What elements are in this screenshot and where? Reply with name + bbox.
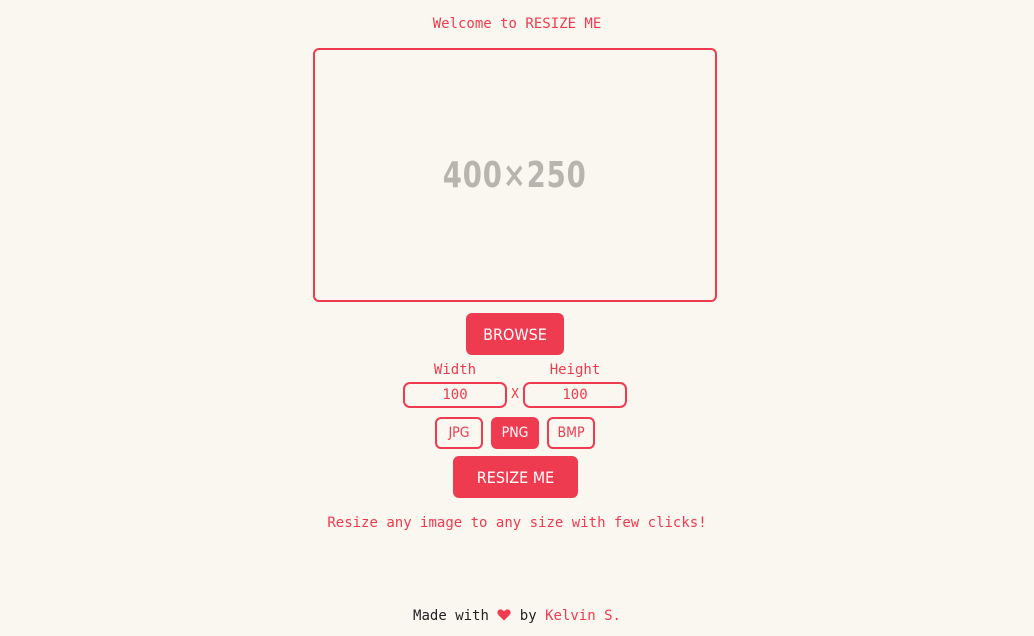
dimension-separator: X (511, 387, 519, 402)
width-label: Width (433, 362, 477, 378)
width-input[interactable] (403, 382, 507, 408)
footer-made-with: Made with (413, 608, 489, 624)
preview-placeholder-text: 400×250 (443, 154, 587, 196)
app-page: Welcome to RESIZE ME 400×250 BROWSE Widt… (0, 0, 1034, 636)
footer: Made with by Kelvin S. (0, 606, 1034, 626)
footer-by: by (519, 608, 537, 624)
format-png-button[interactable]: PNG (491, 417, 539, 449)
resize-button[interactable]: RESIZE ME (453, 456, 578, 498)
height-label: Height (549, 362, 601, 378)
browse-button[interactable]: BROWSE (466, 313, 564, 355)
author-link[interactable]: Kelvin S. (545, 608, 621, 624)
image-preview: 400×250 (313, 48, 717, 302)
format-jpg-button[interactable]: JPG (435, 417, 483, 449)
format-bmp-button[interactable]: BMP (547, 417, 595, 449)
welcome-text: Welcome to RESIZE ME (432, 16, 602, 32)
tagline: Resize any image to any size with few cl… (327, 515, 707, 531)
height-input[interactable] (523, 382, 627, 408)
heart-icon (497, 606, 511, 626)
